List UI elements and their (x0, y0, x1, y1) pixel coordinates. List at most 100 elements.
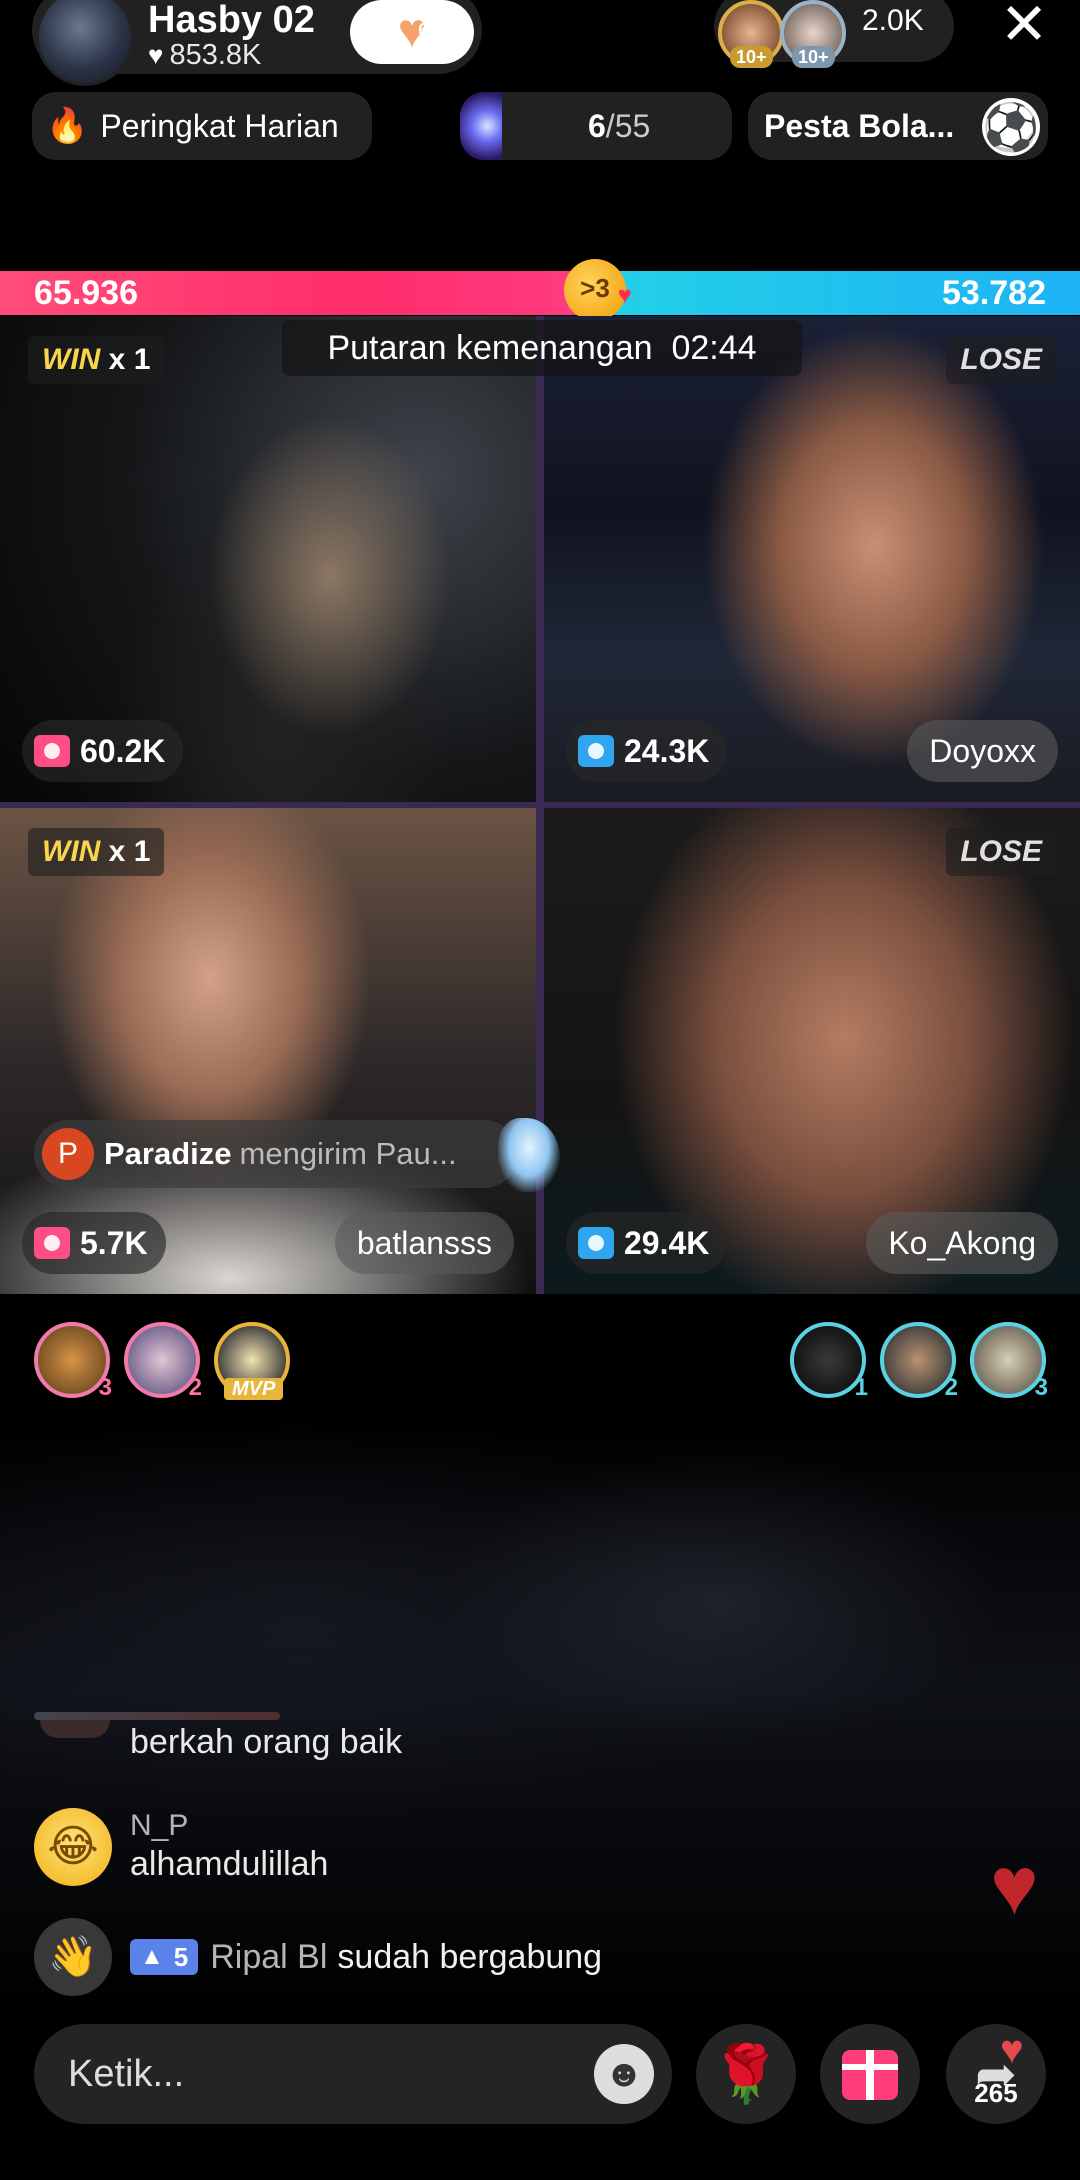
rose-gift-button[interactable]: 🌹 (696, 2024, 796, 2124)
round-timer: Putaran kemenangan 02:44 (282, 320, 802, 376)
join-message: 👋 ▲ 5 Ripal Bl sudah bergabung (34, 1918, 602, 1996)
result-label: WIN (42, 343, 101, 376)
gift-icon (34, 735, 70, 767)
host-info-pill[interactable]: Hasby 02 ♥ 853.8K ♥ 6 (32, 0, 482, 86)
football-party-chip[interactable]: Pesta Bola... ⚽ (748, 92, 1048, 160)
supporter-avatar[interactable]: 1 (790, 1322, 868, 1401)
chat-username[interactable]: N_P (130, 1808, 328, 1844)
notice-avatar: P (42, 1128, 94, 1180)
emoji-icon[interactable]: ☻ (594, 2044, 654, 2104)
soccer-ball-icon: ⚽ (982, 98, 1040, 156)
participant-name[interactable]: batlansss (334, 1212, 514, 1274)
top-viewer-avatar[interactable]: 10+ (780, 0, 846, 68)
mvp-badge: MVP (224, 1378, 284, 1400)
join-text: sudah bergabung (337, 1937, 603, 1976)
follow-heart-icon: ♥ 6 (397, 5, 429, 58)
mvp-supporter-avatar[interactable]: MVP (214, 1322, 290, 1400)
gift-icon (842, 2050, 898, 2100)
progress-chip[interactable]: 6/55 (460, 92, 732, 160)
gift-count: 5.7K (80, 1224, 148, 1261)
supporter-avatar[interactable]: 3 (970, 1322, 1048, 1401)
viewer-badge: 10+ (730, 46, 773, 68)
join-username[interactable]: Ripal Bl (210, 1938, 327, 1977)
video-tile[interactable]: WIN x 1 5.7K batlansss (0, 808, 536, 1294)
left-team-score: 65.936 (34, 274, 138, 312)
supporter-avatar[interactable]: 2 (124, 1322, 202, 1401)
level-badge: ▲ 5 (130, 1939, 199, 1975)
viewers-pill[interactable]: 10+ 10+ 2.0K (714, 0, 954, 68)
close-icon[interactable]: ✕ (994, 0, 1054, 54)
heart-icon: ♥ (1000, 2028, 1024, 2072)
supporter-rank: 2 (188, 1374, 202, 1401)
chat-message: berkah orang baik (34, 1722, 402, 1762)
level-number: 5 (173, 1941, 189, 1972)
video-tile[interactable]: WIN x 1 60.2K (0, 316, 536, 802)
chat-text: N_P alhamdulillah (130, 1808, 328, 1884)
host-avatar[interactable] (36, 0, 134, 86)
heart-icon: ♥ (990, 1841, 1039, 1932)
gift-button[interactable] (820, 2024, 920, 2124)
lose-tag: LOSE (946, 336, 1056, 384)
host-likes-count: 853.8K (169, 39, 262, 71)
gift-count-pill: 5.7K (22, 1212, 166, 1274)
supporter-rank: 3 (1034, 1374, 1048, 1401)
share-count: 265 (974, 2078, 1018, 2108)
chat-message-text: berkah orang baik (130, 1723, 403, 1761)
round-label: Putaran kemenangan (327, 329, 653, 367)
top-viewer-avatar[interactable]: 10+ (718, 0, 784, 68)
round-time: 02:44 (671, 329, 757, 367)
host-likes: ♥ 853.8K (148, 38, 315, 72)
kiss-emoji-icon: >3 ♥ (564, 259, 632, 321)
video-tile[interactable]: LOSE 29.4K Ko_Akong (544, 808, 1080, 1294)
chat-message-text: alhamdulillah (130, 1845, 329, 1883)
win-tag: WIN x 1 (28, 336, 165, 384)
level-icon: ▲ (140, 1943, 164, 1970)
supporter-rank: 2 (944, 1374, 958, 1401)
progress-current: 6 (588, 107, 606, 144)
waving-hand-icon: 👋 (34, 1918, 112, 1996)
gift-count-pill: 60.2K (22, 720, 184, 782)
win-tag: WIN x 1 (28, 828, 165, 876)
progress-total: /55 (605, 107, 651, 144)
supporter-rank: 1 (854, 1374, 868, 1401)
gift-icon (34, 1227, 70, 1259)
supporter-avatar[interactable]: 2 (880, 1322, 958, 1401)
laughing-emoji-avatar[interactable]: 😂 (34, 1808, 112, 1886)
daily-ranking-label: Peringkat Harian (100, 107, 339, 144)
result-label: WIN (42, 835, 101, 868)
daily-ranking-chip[interactable]: 🔥 Peringkat Harian (32, 92, 372, 160)
football-party-label: Pesta Bola... (764, 107, 955, 144)
progress-text: 6/55 (588, 108, 650, 145)
chat-badge-strip (34, 1712, 280, 1720)
heart-icon: ♥ (148, 40, 164, 70)
comment-placeholder: Ketik... (68, 2053, 185, 2095)
gift-count-pill: 24.3K (566, 720, 728, 782)
chat-message: 😂 N_P alhamdulillah (34, 1808, 328, 1886)
video-tile[interactable]: LOSE 24.3K Doyoxx (544, 316, 1080, 802)
gift-count: 60.2K (80, 732, 166, 769)
gift-icon (578, 1227, 614, 1259)
participant-name[interactable]: Ko_Akong (866, 1212, 1058, 1274)
orb-icon (460, 92, 502, 160)
share-button[interactable]: ➦ 265 (946, 2024, 1046, 2124)
win-multiplier: x 1 (108, 343, 151, 376)
flame-icon: 🔥 (46, 107, 89, 145)
host-text: Hasby 02 ♥ 853.8K (148, 0, 315, 72)
viewer-badge: 10+ (792, 46, 835, 68)
viewer-count: 2.0K (862, 4, 924, 37)
comment-input[interactable]: Ketik... ☻ (34, 2024, 672, 2124)
participant-name[interactable]: Doyoxx (907, 720, 1058, 782)
right-team-score: 53.782 (942, 274, 1046, 312)
follow-count: 6 (418, 20, 429, 40)
notice-user: Paradize (104, 1136, 232, 1171)
notice-text: mengirim Pau... (239, 1136, 457, 1171)
grid-divider (0, 802, 1080, 808)
gift-count: 24.3K (624, 732, 710, 769)
gift-icon (578, 735, 614, 767)
supporter-avatar[interactable]: 3 (34, 1322, 112, 1401)
win-multiplier: x 1 (108, 835, 151, 868)
follow-button[interactable]: ♥ 6 (350, 0, 474, 64)
host-name: Hasby 02 (148, 0, 315, 41)
gift-count-pill: 29.4K (566, 1212, 728, 1274)
supporter-rank: 3 (98, 1374, 112, 1401)
